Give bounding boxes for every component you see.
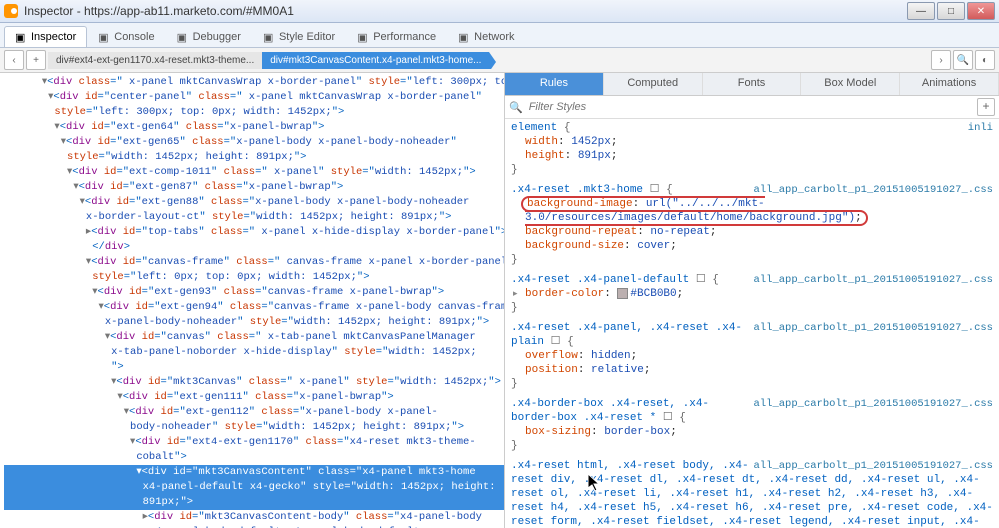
css-rule[interactable]: all_app_carbolt_p1_20151005191027_.css.x… xyxy=(511,183,993,267)
breadcrumb-item[interactable]: div#mkt3CanvasContent.x4-panel.mkt3-home… xyxy=(262,52,489,69)
nav-next-button[interactable]: › xyxy=(931,50,951,70)
dom-node-line[interactable]: ▾<div id="ext-gen64" class="x-panel-bwra… xyxy=(4,120,504,135)
performance-icon: ▣ xyxy=(357,31,369,43)
search-button[interactable]: 🔍 xyxy=(953,50,973,70)
dom-node-line[interactable]: ▾<div id="canvas" class=" x-tab-panel mk… xyxy=(4,330,504,345)
close-button[interactable]: ✕ xyxy=(967,2,995,20)
dom-node-line[interactable]: ▾<div id="center-panel" class=" x-panel … xyxy=(4,90,504,105)
rules-panel: RulesComputedFontsBox ModelAnimations 🔍 … xyxy=(505,73,999,528)
rule-source-link[interactable]: all_app_carbolt_p1_20151005191027_.css xyxy=(754,273,993,287)
css-declaration[interactable]: background-image: url("../../../mkt-3.0/… xyxy=(511,197,993,225)
rule-source-link[interactable]: all_app_carbolt_p1_20151005191027_.css xyxy=(754,397,993,411)
tab-inspector[interactable]: ▣Inspector xyxy=(4,26,87,47)
window-title: Inspector - https://app-ab11.marketo.com… xyxy=(24,4,907,18)
rule-source-link[interactable]: all_app_carbolt_p1_20151005191027_.css xyxy=(754,183,993,197)
dom-tree-panel[interactable]: ▾<div class=" x-panel mktCanvasWrap x-bo… xyxy=(0,73,505,528)
tab-style-editor[interactable]: ▣Style Editor xyxy=(252,26,346,47)
highlight-button[interactable]: ◐ xyxy=(975,50,995,70)
dom-node-line[interactable]: ▾<div class=" x-panel mktCanvasWrap x-bo… xyxy=(4,75,504,90)
tab-performance[interactable]: ▣Performance xyxy=(346,26,447,47)
add-rule-button[interactable]: + xyxy=(977,98,995,116)
breadcrumb-bar: ‹ + div#ext4-ext-gen1170.x4-reset.mkt3-t… xyxy=(0,48,999,73)
breadcrumb-item[interactable]: div#ext4-ext-gen1170.x4-reset.mkt3-theme… xyxy=(48,52,262,69)
dom-node-line[interactable]: ▾<div id="ext-gen112" class="x-panel-bod… xyxy=(4,405,504,420)
window-titlebar: Inspector - https://app-ab11.marketo.com… xyxy=(0,0,999,23)
console-icon: ▣ xyxy=(98,31,110,43)
nav-plus-button[interactable]: + xyxy=(26,50,46,70)
filter-bar: 🔍 + xyxy=(505,96,999,119)
maximize-button[interactable]: □ xyxy=(937,2,965,20)
dom-node-line[interactable]: ▾<div id="mkt3Canvas" class=" x-panel" s… xyxy=(4,375,504,390)
dom-node-line[interactable]: </div> xyxy=(4,240,504,255)
tab-console[interactable]: ▣Console xyxy=(87,26,165,47)
inspector-icon: ▣ xyxy=(15,31,27,43)
dom-node-line[interactable]: style="width: 1452px; height: 891px;"> xyxy=(4,150,504,165)
rules-tab-fonts[interactable]: Fonts xyxy=(703,73,802,95)
dom-node-line[interactable]: body-noheader" style="width: 1452px; hei… xyxy=(4,420,504,435)
dom-node-line[interactable]: ▾<div id="ext-comp-1011" class=" x-panel… xyxy=(4,165,504,180)
dom-node-line[interactable]: ▾<div id="ext-gen94" class="canvas-frame… xyxy=(4,300,504,315)
css-declaration[interactable]: width: 1452px; xyxy=(511,135,993,149)
minimize-button[interactable]: — xyxy=(907,2,935,20)
css-declaration[interactable]: background-size: cover; xyxy=(511,239,993,253)
rule-source-link[interactable]: all_app_carbolt_p1_20151005191027_.css xyxy=(754,459,993,473)
rules-tab-animations[interactable]: Animations xyxy=(900,73,999,95)
dom-node-line[interactable]: ▾<div id="ext-gen93" class="canvas-frame… xyxy=(4,285,504,300)
css-rule[interactable]: all_app_carbolt_p1_20151005191027_.css.x… xyxy=(511,321,993,391)
dom-node-line[interactable]: ▸<div id="top-tabs" class=" x-panel x-hi… xyxy=(4,225,504,240)
dom-node-line[interactable]: "> xyxy=(4,360,504,375)
css-rule[interactable]: all_app_carbolt_p1_20151005191027_.css.x… xyxy=(511,459,993,528)
dom-node-line[interactable]: style="left: 0px; top: 0px; width: 1452p… xyxy=(4,270,504,285)
search-icon: 🔍 xyxy=(509,101,523,114)
css-declaration[interactable]: height: 891px; xyxy=(511,149,993,163)
css-rule[interactable]: all_app_carbolt_p1_20151005191027_.css.x… xyxy=(511,273,993,315)
style-editor-icon: ▣ xyxy=(263,31,275,43)
dom-node-line[interactable]: cobalt"> xyxy=(4,450,504,465)
css-rule[interactable]: inlielement {width: 1452px;height: 891px… xyxy=(511,121,993,177)
rule-source-link[interactable]: inli xyxy=(968,121,993,135)
rule-source-link[interactable]: all_app_carbolt_p1_20151005191027_.css xyxy=(754,321,993,335)
css-declaration[interactable]: background-repeat: no-repeat; xyxy=(511,225,993,239)
dom-node-line[interactable]: ▾<div id="ext-gen88" class="x-panel-body… xyxy=(4,195,504,210)
devtools-tabbar: ▣Inspector▣Console▣Debugger▣Style Editor… xyxy=(0,23,999,48)
nav-prev-button[interactable]: ‹ xyxy=(4,50,24,70)
dom-node-line[interactable]: ▾<div id="ext-gen111" class="x-panel-bwr… xyxy=(4,390,504,405)
rules-tab-box-model[interactable]: Box Model xyxy=(801,73,900,95)
rules-tab-computed[interactable]: Computed xyxy=(604,73,703,95)
css-declaration[interactable]: ▸border-color: #BCB0B0; xyxy=(511,287,993,301)
dom-node-line[interactable]: 891px;"> xyxy=(4,495,504,510)
dom-node-line[interactable]: ▾<div id="ext-gen87" class="x-panel-bwra… xyxy=(4,180,504,195)
tab-debugger[interactable]: ▣Debugger xyxy=(166,26,252,47)
dom-node-line[interactable]: ▾<div id="mkt3CanvasContent" class="x4-p… xyxy=(4,465,504,480)
network-icon: ▣ xyxy=(458,31,470,43)
dom-node-line[interactable]: x-tab-panel-noborder x-hide-display" sty… xyxy=(4,345,504,360)
firefox-icon xyxy=(4,4,18,18)
css-declaration[interactable]: box-sizing: border-box; xyxy=(511,425,993,439)
tab-network[interactable]: ▣Network xyxy=(447,26,525,47)
rules-tab-rules[interactable]: Rules xyxy=(505,73,604,95)
dom-node-line[interactable]: ▾<div id="canvas-frame" class=" canvas-f… xyxy=(4,255,504,270)
rules-list[interactable]: inlielement {width: 1452px;height: 891px… xyxy=(505,119,999,528)
filter-styles-input[interactable] xyxy=(527,100,977,114)
dom-node-line[interactable]: style="left: 300px; top: 0px; width: 145… xyxy=(4,105,504,120)
dom-node-line[interactable]: x-border-layout-ct" style="width: 1452px… xyxy=(4,210,504,225)
dom-node-line[interactable]: x-panel-body-noheader" style="width: 145… xyxy=(4,315,504,330)
css-declaration[interactable]: position: relative; xyxy=(511,363,993,377)
dom-node-line[interactable]: x4-panel-default x4-gecko" style="width:… xyxy=(4,480,504,495)
dom-node-line[interactable]: ▸<div id="mkt3CanvasContent-body" class=… xyxy=(4,510,504,525)
dom-node-line[interactable]: ▾<div id="ext-gen65" class="x-panel-body… xyxy=(4,135,504,150)
css-rule[interactable]: all_app_carbolt_p1_20151005191027_.css.x… xyxy=(511,397,993,453)
dom-node-line[interactable]: ▾<div id="ext4-ext-gen1170" class="x4-re… xyxy=(4,435,504,450)
css-declaration[interactable]: overflow: hidden; xyxy=(511,349,993,363)
debugger-icon: ▣ xyxy=(177,31,189,43)
